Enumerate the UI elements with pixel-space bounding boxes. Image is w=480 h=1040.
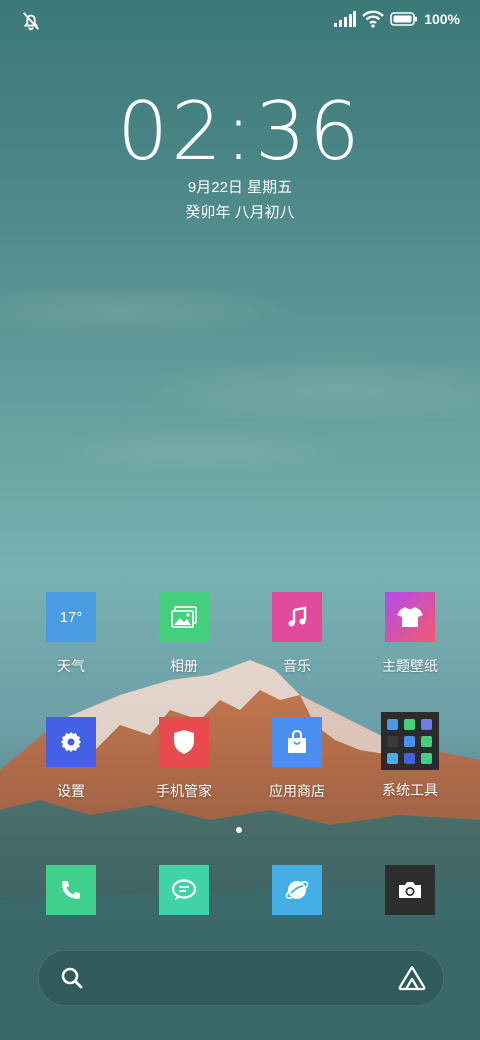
wifi-icon [362, 10, 385, 28]
app-label: 音乐 [283, 658, 311, 674]
mute-bell-icon [22, 12, 40, 31]
dock-messages[interactable] [129, 865, 239, 915]
tshirt-icon [385, 592, 435, 642]
app-weather[interactable]: 17° 天气 [16, 592, 126, 676]
planet-browser-icon [272, 865, 322, 915]
app-themes[interactable]: 主题壁纸 [355, 592, 465, 676]
app-label: 相册 [170, 658, 198, 674]
app-label: 主题壁纸 [382, 658, 438, 674]
app-label: 系统工具 [382, 782, 438, 798]
app-music[interactable]: 音乐 [242, 592, 352, 676]
search-bar[interactable] [38, 950, 444, 1006]
dock-phone[interactable] [16, 865, 126, 915]
chat-bubble-icon [159, 865, 209, 915]
app-label: 应用商店 [269, 783, 325, 799]
app-label: 天气 [57, 658, 85, 674]
app-security[interactable]: 手机管家 [129, 717, 239, 801]
app-gallery[interactable]: 相册 [129, 592, 239, 676]
app-label: 手机管家 [156, 783, 212, 799]
page-indicator-dot [236, 827, 242, 833]
dock-camera[interactable] [355, 865, 465, 915]
clock-time[interactable]: 02:36 [0, 92, 480, 172]
phone-icon [46, 865, 96, 915]
shopping-bag-icon [272, 717, 322, 767]
status-bar: 100% [0, 0, 480, 40]
search-icon[interactable] [59, 965, 85, 991]
folder-icon [381, 712, 439, 770]
music-note-icon [272, 592, 322, 642]
weather-temperature: 17° [59, 608, 83, 626]
gear-icon [46, 717, 96, 767]
camera-icon [385, 865, 435, 915]
weather-icon: 17° [46, 592, 96, 642]
battery-percentage: 100% [424, 11, 460, 27]
shield-icon [159, 717, 209, 767]
lunar-date: 癸卯年 八月初八 [185, 204, 295, 221]
app-settings[interactable]: 设置 [16, 717, 126, 801]
signal-icon [334, 11, 357, 27]
app-system-tools-folder[interactable]: 系统工具 [355, 712, 465, 800]
clock-date: 9月22日 星期五 [187, 179, 293, 196]
wallpaper-clouds [0, 250, 480, 500]
assistant-icon[interactable] [397, 963, 427, 993]
app-store[interactable]: 应用商店 [242, 717, 352, 801]
dock-browser[interactable] [242, 865, 352, 915]
battery-icon [390, 12, 418, 26]
app-label: 设置 [57, 783, 85, 799]
gallery-icon [159, 592, 209, 642]
